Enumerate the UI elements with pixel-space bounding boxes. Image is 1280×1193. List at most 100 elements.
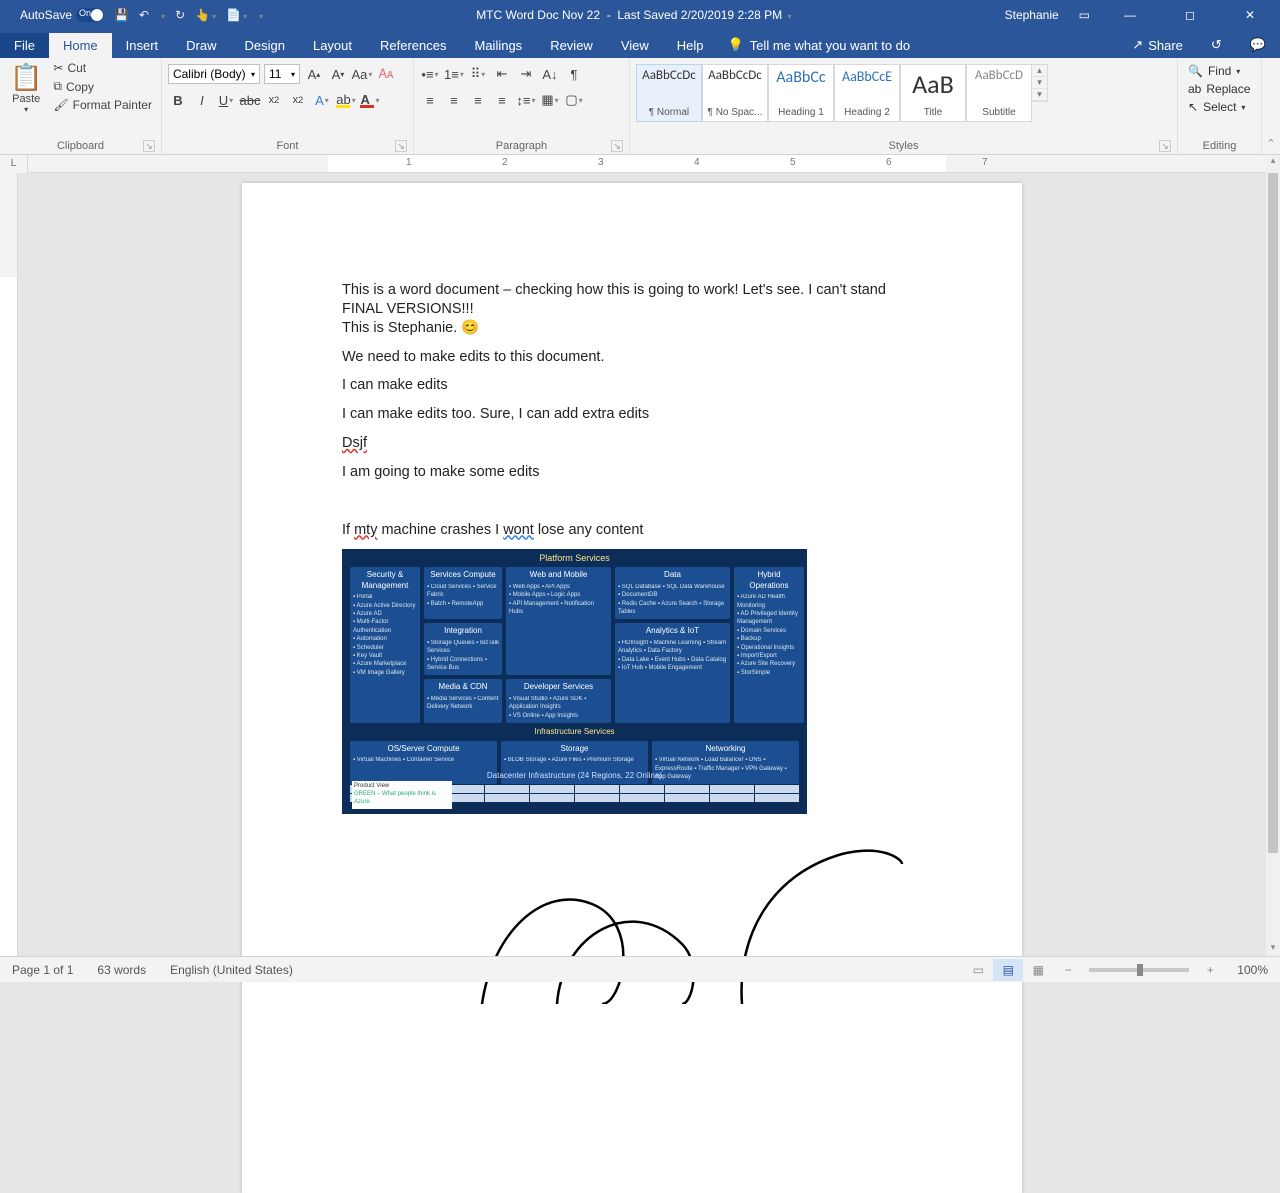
undo-dropdown[interactable] [159, 8, 165, 22]
vertical-ruler[interactable] [0, 173, 18, 956]
qat-more-icon[interactable] [257, 8, 263, 22]
bullets-button[interactable]: •≡▾ [420, 64, 440, 84]
undo-icon[interactable]: ↶ [139, 8, 149, 22]
font-color-button[interactable]: A▾ [360, 90, 380, 110]
styles-expand[interactable]: ▾ [1032, 89, 1047, 101]
style-item[interactable]: AaBTitle [900, 64, 966, 122]
tab-selector[interactable]: L [0, 155, 28, 173]
close-button[interactable]: ✕ [1230, 8, 1270, 22]
decrease-indent-button[interactable]: ⇤ [492, 64, 512, 84]
share-button[interactable]: ↗ Share [1118, 32, 1197, 58]
tab-insert[interactable]: Insert [112, 33, 173, 58]
tab-file[interactable]: File [0, 33, 49, 58]
touch-mode-icon[interactable]: 👆 [195, 8, 216, 22]
style-item[interactable]: AaBbCcDc¶ Normal [636, 64, 702, 122]
zoom-out-button[interactable]: − [1053, 959, 1083, 981]
paragraph-7[interactable]: If mty machine crashes I wont lose any c… [342, 521, 922, 540]
tab-view[interactable]: View [607, 33, 663, 58]
increase-indent-button[interactable]: ⇥ [516, 64, 536, 84]
styles-launcher[interactable]: ↘ [1159, 140, 1171, 152]
status-words[interactable]: 63 words [85, 963, 158, 977]
paragraph-4[interactable]: I can make edits too. Sure, I can add ex… [342, 405, 922, 424]
style-item[interactable]: AaBbCcDc¶ No Spac... [702, 64, 768, 122]
style-item[interactable]: AaBbCcEHeading 2 [834, 64, 900, 122]
tab-layout[interactable]: Layout [299, 33, 366, 58]
horizontal-ruler[interactable]: L 1 2 3 4 5 6 7 [28, 155, 1266, 173]
web-layout-button[interactable]: ▦ [1023, 959, 1053, 981]
underline-button[interactable]: U▾ [216, 90, 236, 110]
copy-button[interactable]: ⧉Copy [50, 78, 155, 95]
line-spacing-button[interactable]: ↕≡▾ [516, 90, 536, 110]
ribbon-display-icon[interactable]: ▭ [1079, 8, 1090, 22]
justify-button[interactable]: ≡ [492, 90, 512, 110]
select-button[interactable]: ↖Select▾ [1184, 98, 1249, 116]
zoom-thumb[interactable] [1137, 964, 1143, 976]
vertical-scrollbar[interactable]: ▴ ▾ [1266, 155, 1280, 956]
find-button[interactable]: 🔍Find▾ [1184, 62, 1244, 80]
highlight-button[interactable]: ab▾ [336, 90, 356, 110]
comments-icon[interactable]: 💬 [1236, 32, 1280, 58]
clipboard-launcher[interactable]: ↘ [143, 140, 155, 152]
tell-me-search[interactable]: 💡 Tell me what you want to do [718, 32, 921, 58]
read-mode-button[interactable]: ▭ [963, 959, 993, 981]
increase-font-icon[interactable]: A▴ [304, 64, 324, 84]
styles-scroll-down[interactable]: ▾ [1032, 77, 1047, 89]
paragraph-3[interactable]: I can make edits [342, 376, 922, 395]
style-item[interactable]: AaBbCcDSubtitle [966, 64, 1032, 122]
superscript-button[interactable]: x2 [288, 90, 308, 110]
zoom-level[interactable]: 100% [1225, 963, 1280, 977]
align-center-button[interactable]: ≡ [444, 90, 464, 110]
tab-references[interactable]: References [366, 33, 460, 58]
minimize-button[interactable]: ― [1110, 8, 1150, 22]
align-right-button[interactable]: ≡ [468, 90, 488, 110]
tab-mailings[interactable]: Mailings [461, 33, 537, 58]
embedded-image-azure[interactable]: Platform Services Security & Management … [342, 549, 807, 814]
show-marks-button[interactable]: ¶ [564, 64, 584, 84]
paragraph-launcher[interactable]: ↘ [611, 140, 623, 152]
font-launcher[interactable]: ↘ [395, 140, 407, 152]
scroll-up-icon[interactable]: ▴ [1266, 155, 1280, 169]
format-painter-button[interactable]: 🖌Format Painter [50, 97, 155, 113]
tab-draw[interactable]: Draw [172, 33, 230, 58]
styles-scroll-up[interactable]: ▴ [1032, 65, 1047, 77]
style-item[interactable]: AaBbCcHeading 1 [768, 64, 834, 122]
font-name-combo[interactable]: Calibri (Body)▾ [168, 64, 260, 84]
clear-format-icon[interactable]: 🗛 [376, 64, 396, 84]
print-layout-button[interactable]: ▤ [993, 959, 1023, 981]
italic-button[interactable]: I [192, 90, 212, 110]
zoom-in-button[interactable]: + [1195, 959, 1225, 981]
paste-button[interactable]: 📋 Paste ▾ [6, 60, 46, 116]
document-page[interactable]: This is a word document – checking how t… [242, 183, 1022, 1193]
shading-button[interactable]: ▦▾ [540, 90, 560, 110]
qat-customize-icon[interactable]: 📄 [226, 8, 247, 22]
numbering-button[interactable]: 1≡▾ [444, 64, 464, 84]
save-icon[interactable]: 💾 [114, 8, 129, 22]
tab-review[interactable]: Review [536, 33, 607, 58]
toggle-switch[interactable]: On [76, 8, 104, 22]
paragraph-5[interactable]: Dsjf [342, 434, 922, 453]
paragraph-1[interactable]: This is a word document – checking how t… [342, 281, 922, 338]
collapse-ribbon-icon[interactable]: ⌃ [1266, 137, 1275, 150]
autosave-toggle[interactable]: AutoSave On [20, 8, 104, 22]
text-effects-button[interactable]: A▾ [312, 90, 332, 110]
status-page[interactable]: Page 1 of 1 [0, 963, 85, 977]
zoom-slider[interactable] [1089, 968, 1189, 972]
bold-button[interactable]: B [168, 90, 188, 110]
multilevel-button[interactable]: ⠿▾ [468, 64, 488, 84]
paragraph-blank[interactable] [342, 492, 922, 511]
styles-gallery[interactable]: AaBbCcDc¶ NormalAaBbCcDc¶ No Spac...AaBb… [636, 64, 1032, 122]
title-dropdown[interactable] [785, 8, 791, 22]
borders-button[interactable]: ▢▾ [564, 90, 584, 110]
document-body[interactable]: This is a word document – checking how t… [242, 183, 1022, 1014]
paragraph-2[interactable]: We need to make edits to this document. [342, 348, 922, 367]
align-left-button[interactable]: ≡ [420, 90, 440, 110]
tab-home[interactable]: Home [49, 33, 112, 58]
subscript-button[interactable]: x2 [264, 90, 284, 110]
maximize-button[interactable]: ◻ [1170, 8, 1210, 22]
font-size-combo[interactable]: 11▾ [264, 64, 300, 84]
cut-button[interactable]: ✂Cut [50, 60, 155, 76]
replace-button[interactable]: abReplace [1184, 80, 1254, 98]
history-icon[interactable]: ↺ [1197, 32, 1236, 58]
status-language[interactable]: English (United States) [158, 963, 305, 977]
decrease-font-icon[interactable]: A▾ [328, 64, 348, 84]
